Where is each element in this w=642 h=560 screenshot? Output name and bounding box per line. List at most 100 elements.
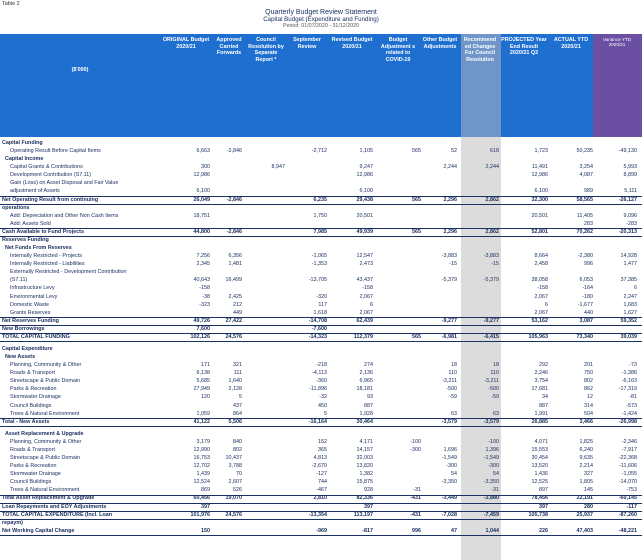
cell-value: -59: [449, 394, 457, 401]
cell-value: 47: [451, 527, 457, 534]
cell-value: -48,221: [618, 527, 637, 534]
cell-value: 6,100: [359, 188, 374, 195]
cell-value: -9,277: [441, 317, 457, 324]
table-row: adjustment of Assets 6,100 6,100 6,100 989 5,…: [0, 188, 642, 197]
table-row: Cash Available to Fund Projects 44,800 -2,…: [0, 228, 642, 238]
row-label: Roads & Transport: [10, 370, 55, 377]
table-row: Total - New Assets 41,122 5,506 -16,164 30,4…: [0, 418, 642, 428]
cell-value: 13,520: [531, 463, 549, 470]
cell-value: 62,439: [356, 317, 374, 324]
cell-value: 17,681: [531, 386, 549, 393]
cell-value: 26,885: [531, 418, 549, 425]
cell-value: 1,481: [228, 261, 243, 268]
cell-value: 63: [493, 410, 499, 417]
column-header: September Review: [293, 37, 321, 50]
cell-value: -59: [491, 394, 499, 401]
cell-value: 12,986: [193, 172, 211, 179]
cell-value: 12,986: [356, 172, 374, 179]
cell-value: 82,336: [356, 495, 374, 502]
cell-value: 280: [584, 503, 593, 510]
cell-value: 2,067: [534, 309, 549, 316]
row-label: operations: [2, 204, 30, 211]
cell-value: 111: [233, 370, 242, 377]
cell-value: 1,477: [623, 261, 638, 268]
cell-value: 840: [233, 438, 242, 445]
row-label: Environmental Levy: [10, 293, 58, 300]
cell-value: 928: [364, 487, 373, 494]
cell-value: 20,501: [531, 212, 549, 219]
cell-value: -2,380: [577, 253, 593, 260]
cell-value: -300: [488, 463, 499, 470]
row-label: Trees & Natural Environment: [10, 410, 80, 417]
cell-value: 18,751: [193, 212, 211, 219]
cell-value: -3,211: [484, 378, 499, 385]
cell-value: 12: [587, 394, 593, 401]
cell-value: 12,547: [356, 253, 374, 260]
table-row: Council Buildings 12,524 2,607 744 15,875 -3,…: [0, 479, 642, 486]
cell-value: 73,340: [576, 333, 594, 340]
column-header: Revised Budget 2020/21: [331, 37, 373, 50]
cell-value: 30,454: [531, 455, 549, 462]
cell-value: 54: [493, 471, 499, 478]
row-label: Council Buildings: [10, 479, 52, 486]
row-label: Capital Expenditure: [2, 346, 53, 352]
cell-value: -60,145: [618, 495, 637, 502]
cell-value: 8,664: [534, 253, 549, 260]
cell-value: 53,162: [531, 317, 549, 324]
cell-value: 1,723: [534, 148, 549, 155]
table-row: New Assets: [0, 354, 642, 361]
row-label: Loan Repayments and EOY Adjustments: [2, 503, 107, 510]
cell-value: 14,928: [620, 253, 638, 260]
cell-value: 996: [584, 261, 593, 268]
cell-value: -31: [413, 487, 421, 494]
cell-value: -7,917: [621, 446, 637, 453]
cell-value: 321: [233, 362, 242, 369]
row-label: Net Funds From Reserves: [5, 245, 72, 252]
cell-value: 6,235: [313, 196, 328, 203]
cell-value: 16,499: [225, 277, 243, 284]
cell-value: 274: [364, 362, 373, 369]
cell-value: 6: [634, 285, 637, 292]
table-row: Development Contribution (S7.11) 12,986 12…: [0, 172, 642, 179]
table-row: Add: Assets Sold 283 -283: [0, 220, 642, 230]
cell-value: 2,067: [359, 293, 374, 300]
table-row: Capital Income: [0, 156, 642, 163]
budget-review-page: { "table_tag": "Table 2", "titles": { "l…: [0, 0, 642, 560]
cell-value: 2,214: [579, 463, 594, 470]
cell-value: -6,981: [441, 333, 457, 340]
unit-label: ($'000): [71, 67, 89, 73]
cell-value: 201: [584, 362, 593, 369]
cell-value: 397: [539, 503, 548, 510]
row-label: Net Operating Result from continuing: [2, 196, 99, 203]
cell-value: 2,067: [534, 293, 549, 300]
cell-value: 38,058: [531, 277, 549, 284]
table-row: Planning, Community & Other 171 321 -218 274…: [0, 362, 642, 369]
cell-value: -753: [626, 487, 637, 494]
cell-value: 2,473: [359, 261, 374, 268]
cell-value: -22,368: [618, 455, 637, 462]
cell-value: 1,436: [534, 471, 549, 478]
table-row: Asset Replacement & Upgrade: [0, 431, 642, 438]
cell-value: 6,100: [196, 188, 211, 195]
cell-value: 52,801: [531, 228, 549, 235]
table-row: TOTAL CAPITAL FUNDING 102,126 24,576 -14,32…: [0, 333, 642, 343]
cell-value: -2,846: [226, 228, 242, 235]
cell-value: -283: [626, 220, 637, 227]
cell-value: -500: [488, 386, 499, 393]
row-label: Capital Funding: [2, 140, 43, 146]
cell-value: 6,356: [228, 253, 243, 260]
cell-value: 1,618: [313, 309, 328, 316]
cell-value: -6,415: [483, 333, 499, 340]
table-row: Internally Restricted - Liabilities 2,345…: [0, 261, 642, 268]
cell-value: -5,379: [441, 277, 457, 284]
cell-value: 32,300: [531, 196, 549, 203]
cell-value: 989: [584, 188, 593, 195]
column-header: Budget Adjustment s related to COVID-19: [380, 37, 416, 63]
row-label: Stormwater Drainage: [10, 471, 61, 478]
cell-value: 50,235: [576, 148, 594, 155]
table-row: New Borrowings 7,600 -7,600: [0, 326, 642, 335]
cell-value: 54: [451, 471, 457, 478]
cell-value: 58,565: [576, 196, 594, 203]
row-label: Add: Depreciation and Other Non Cash Ite…: [10, 212, 119, 219]
cell-value: -81: [629, 394, 637, 401]
